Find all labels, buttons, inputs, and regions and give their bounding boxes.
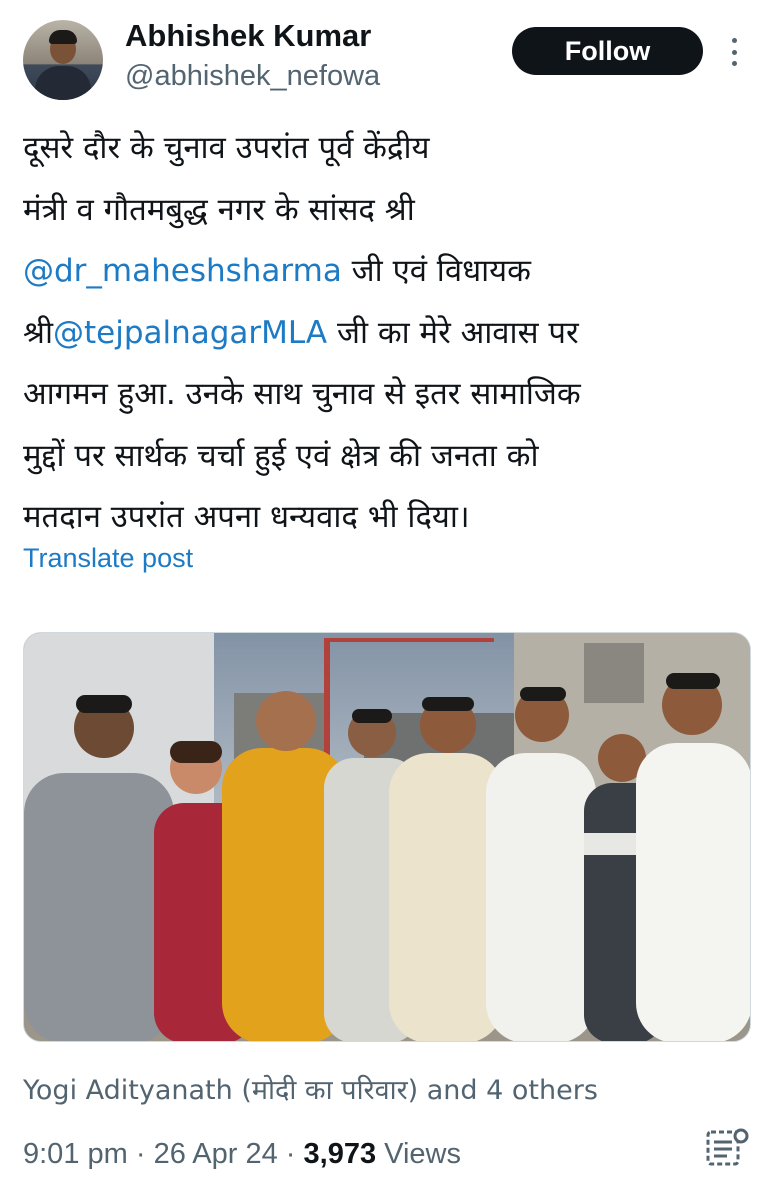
tweet-text-segment: मतदान उपरांत अपना धन्यवाद भी दिया।	[23, 499, 470, 535]
tweet-text-line: मंत्री व गौतमबुद्ध नगर के सांसद श्री	[23, 180, 753, 242]
tweet-header: Abhishek Kumar @abhishek_nefowa Follow	[0, 0, 774, 110]
tweet-text-line: @dr_maheshsharma जी एवं विधायक	[23, 241, 753, 303]
tweet-text-segment: जी का मेरे आवास पर	[327, 314, 579, 351]
tweet-text-line: आगमन हुआ. उनके साथ चुनाव से इतर सामाजिक	[23, 364, 753, 426]
author-name[interactable]: Abhishek Kumar	[125, 18, 371, 54]
analytics-icon[interactable]	[705, 1128, 751, 1168]
separator: ·	[127, 1138, 154, 1170]
tweet-text-line: दूसरे दौर के चुनाव उपरांत पूर्व केंद्रीय	[23, 118, 753, 180]
mention-link[interactable]: @dr_maheshsharma	[23, 253, 342, 289]
tweet-text-line: मतदान उपरांत अपना धन्यवाद भी दिया।	[23, 487, 753, 549]
tweet-time[interactable]: 9:01 pm	[23, 1138, 128, 1170]
tweet-text-segment: श्री	[23, 314, 53, 351]
views-label: Views	[376, 1138, 461, 1170]
mention-link[interactable]: @tejpalnagarMLA	[53, 315, 327, 351]
tweet-photo[interactable]	[23, 632, 751, 1042]
tweet-text-segment: मंत्री व गौतमबुद्ध नगर के सांसद श्री	[23, 191, 415, 228]
translate-post-link[interactable]: Translate post	[23, 543, 193, 574]
tweet-text-line: श्री@tejpalnagarMLA जी का मेरे आवास पर	[23, 303, 753, 365]
tweet-meta: 9:01 pm · 26 Apr 24 · 3,973 Views	[23, 1138, 461, 1171]
tweet-text-segment: मुद्दों पर सार्थक चर्चा हुई एवं क्षेत्र …	[23, 437, 539, 474]
separator: ·	[277, 1138, 304, 1170]
liked-by-text[interactable]: Yogi Adityanath (मोदी का परिवार) and 4 o…	[23, 1070, 598, 1107]
tweet-date[interactable]: 26 Apr 24	[154, 1138, 278, 1170]
ellipsis-vertical-icon[interactable]	[724, 34, 744, 70]
tweet-text-line: मुद्दों पर सार्थक चर्चा हुई एवं क्षेत्र …	[23, 426, 753, 488]
tweet-text-segment: दूसरे दौर के चुनाव उपरांत पूर्व केंद्रीय	[23, 130, 430, 166]
author-handle[interactable]: @abhishek_nefowa	[125, 60, 380, 93]
views-count: 3,973	[303, 1138, 377, 1170]
tweet-text-segment: आगमन हुआ. उनके साथ चुनाव से इतर सामाजिक	[23, 376, 581, 412]
tweet-text-segment: जी एवं विधायक	[341, 253, 531, 289]
avatar[interactable]	[23, 20, 103, 100]
group-photo	[24, 633, 750, 1041]
follow-button[interactable]: Follow	[512, 27, 703, 75]
tweet-text: दूसरे दौर के चुनाव उपरांत पूर्व केंद्रीय…	[23, 118, 753, 549]
